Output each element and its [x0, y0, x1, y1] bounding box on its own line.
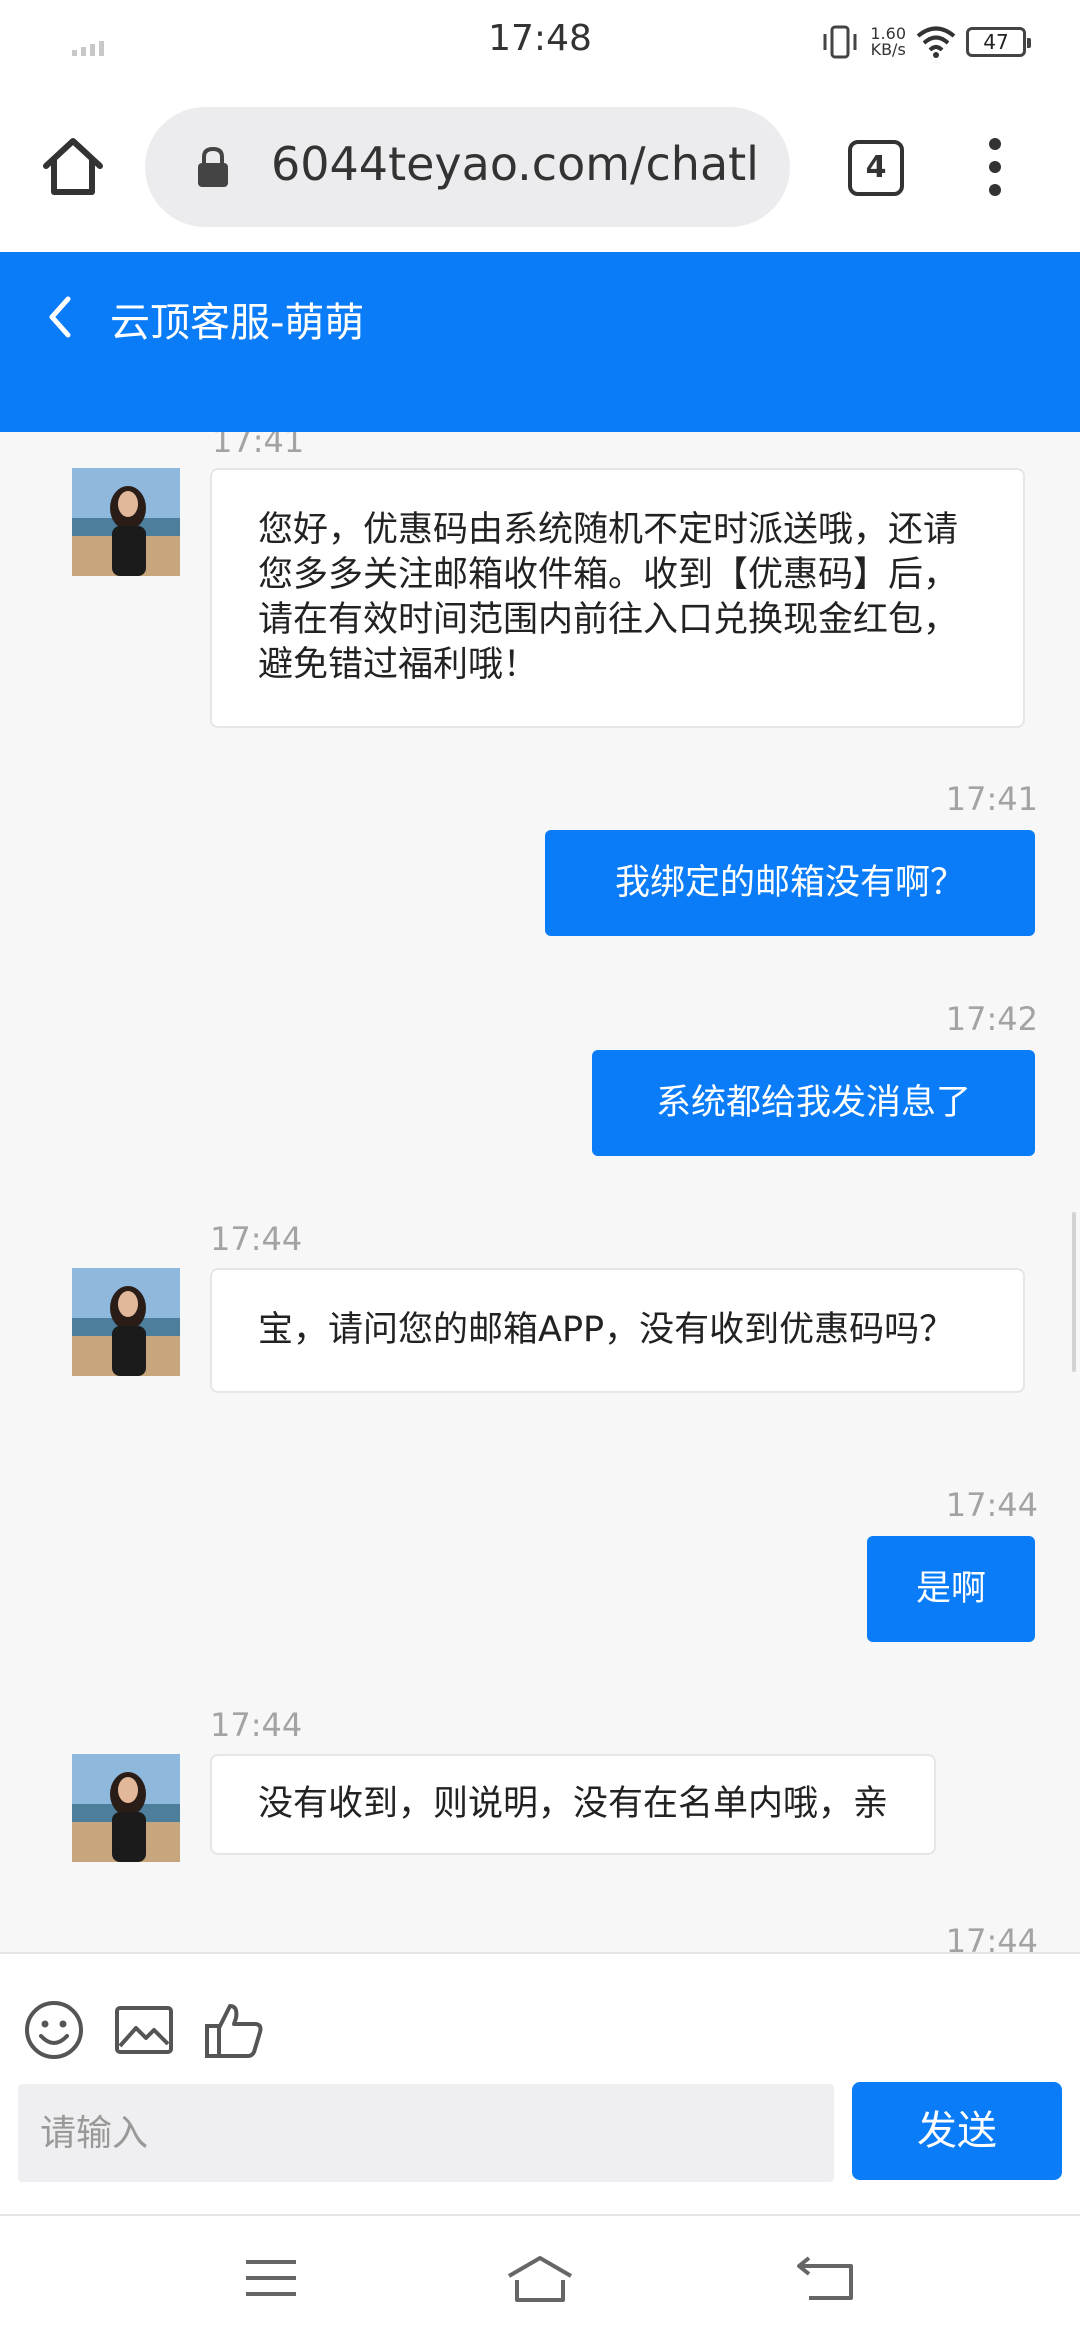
address-bar[interactable]: 6044teyao.com/chatl — [145, 107, 790, 227]
message-timestamp: 17:41 — [212, 432, 305, 460]
avatar — [72, 1754, 180, 1862]
url-text[interactable]: 6044teyao.com/chatl — [271, 137, 759, 191]
message-timestamp: 17:44 — [210, 1220, 303, 1258]
wifi-icon — [916, 26, 956, 58]
scrollbar[interactable] — [1072, 1212, 1076, 1372]
emoji-icon[interactable] — [22, 1998, 86, 2062]
image-icon[interactable] — [112, 1998, 176, 2062]
tab-switcher-button[interactable]: 4 — [848, 140, 904, 196]
message-bubble-user: 系统都给我发消息了 — [592, 1050, 1035, 1156]
network-speed-unit: KB/s — [870, 40, 906, 59]
browser-toolbar: 6044teyao.com/chatl 4 — [0, 82, 1080, 252]
avatar — [72, 1268, 180, 1376]
network-speed: 1.60 KB/s — [870, 26, 906, 58]
back-nav-icon[interactable] — [793, 2250, 863, 2306]
home-nav-icon[interactable] — [505, 2250, 575, 2306]
message-timestamp: 17:41 — [945, 780, 1038, 818]
avatar — [72, 468, 180, 576]
message-bubble-user: 我绑定的邮箱没有啊？ — [545, 830, 1035, 936]
thumbs-up-icon[interactable] — [202, 1998, 266, 2062]
back-arrow-icon[interactable] — [40, 287, 80, 347]
status-bar: 17:48 1.60 KB/s 47 — [0, 0, 1080, 82]
chat-input-area: 发送 — [0, 1952, 1080, 2214]
message-timestamp: 17:44 — [945, 1922, 1038, 1952]
message-timestamp: 17:42 — [945, 1000, 1038, 1038]
chat-header: 云顶客服-萌萌 — [0, 252, 1080, 432]
status-icons: 1.60 KB/s 47 — [820, 22, 1031, 62]
lock-icon — [198, 146, 228, 187]
chat-title: 云顶客服-萌萌 — [110, 300, 365, 346]
battery-icon: 47 — [966, 27, 1031, 57]
message-timestamp: 17:44 — [945, 1486, 1038, 1524]
menu-icon[interactable] — [236, 2250, 306, 2306]
vibrate-icon — [823, 25, 857, 59]
message-bubble-agent: 没有收到，则说明，没有在名单内哦，亲 — [210, 1754, 937, 1855]
message-bubble-user: 是啊 — [867, 1536, 1035, 1642]
more-menu-icon[interactable] — [975, 132, 1015, 202]
system-nav-bar — [0, 2214, 1080, 2340]
send-button[interactable]: 发送 — [852, 2082, 1062, 2180]
message-input[interactable] — [18, 2084, 834, 2182]
message-list[interactable]: 17:41 您好，优惠码由系统随机不定时派送哦，还请您多多关注邮箱收件箱。收到【… — [0, 432, 1080, 1952]
message-timestamp: 17:44 — [210, 1706, 303, 1744]
message-bubble-agent: 宝，请问您的邮箱APP，没有收到优惠码吗？ — [210, 1268, 1025, 1393]
message-bubble-agent: 您好，优惠码由系统随机不定时派送哦，还请您多多关注邮箱收件箱。收到【优惠码】后，… — [210, 468, 1025, 728]
home-icon[interactable] — [38, 132, 108, 202]
